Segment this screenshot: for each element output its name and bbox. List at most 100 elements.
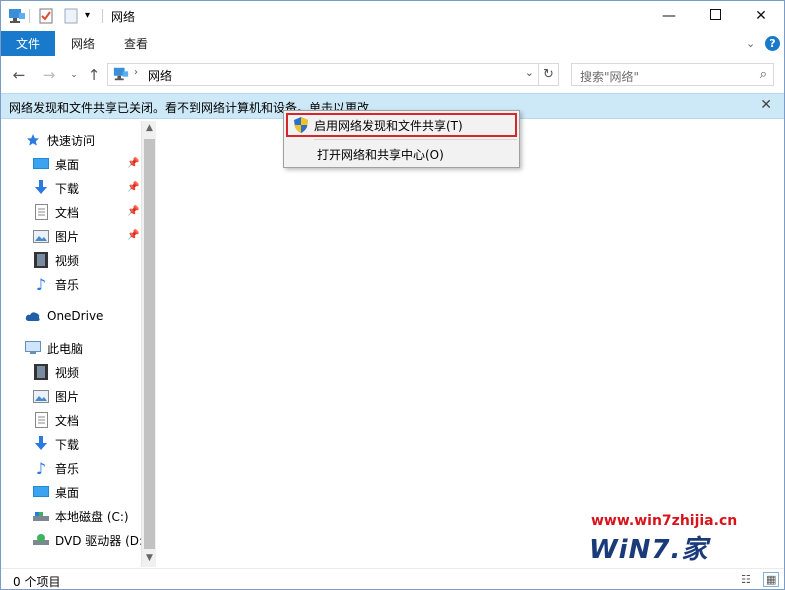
status-bar: 0 个项目 ☷ ▦: [1, 568, 784, 589]
ribbon-tabs: 文件 网络 查看 ⌄ ?: [1, 31, 784, 56]
nav-label: 视频: [55, 253, 80, 268]
nav-label: 音乐: [55, 277, 80, 292]
dvd-icon: [33, 532, 49, 548]
search-box[interactable]: 搜索"网络" ⌕: [571, 63, 774, 86]
cloud-icon: [25, 308, 41, 324]
back-button[interactable]: ←: [9, 65, 29, 85]
nav-label: OneDrive: [47, 309, 104, 323]
picture-icon: [33, 388, 49, 404]
music-icon: ♪: [35, 458, 47, 478]
tab-network[interactable]: 网络: [71, 31, 95, 56]
menu-item-enable-discovery[interactable]: 启用网络发现和文件共享(T): [286, 113, 517, 137]
forward-button[interactable]: →: [39, 65, 59, 85]
pin-icon[interactable]: 📌: [127, 230, 139, 241]
nav-label: 本地磁盘 (C:): [55, 509, 129, 524]
close-button[interactable]: ✕: [738, 1, 784, 31]
menu-item-open-sharing-center[interactable]: 打开网络和共享中心(O): [286, 142, 517, 166]
navigation-bar: ← → ⌄ ↑ › 网络 ⌄ ↻ 搜索"网络" ⌕: [1, 59, 784, 91]
separator: [29, 9, 30, 23]
minimize-button[interactable]: —: [646, 1, 692, 31]
network-icon: [112, 66, 130, 85]
nav-item-videos[interactable]: 视频: [33, 249, 156, 271]
nav-label: 此电脑: [47, 341, 84, 356]
menu-item-label: 打开网络和共享中心(O): [317, 147, 444, 162]
download-icon: [33, 436, 49, 452]
nav-item-dvd-drive[interactable]: DVD 驱动器 (D:: [33, 529, 156, 551]
tab-file[interactable]: 文件: [1, 31, 55, 56]
minimize-icon: —: [662, 8, 676, 24]
up-arrow-icon: ↑: [87, 66, 101, 84]
new-folder-icon[interactable]: [63, 7, 79, 25]
scroll-down-icon[interactable]: ▼: [144, 553, 155, 567]
window-title: 网络: [111, 10, 136, 24]
properties-icon[interactable]: [37, 7, 55, 25]
pin-icon[interactable]: 📌: [127, 206, 139, 217]
scroll-up-icon[interactable]: ▲: [144, 123, 155, 137]
computer-icon: [25, 340, 41, 356]
title-bar: ▾ 网络 — ✕: [1, 1, 784, 31]
music-icon: ♪: [35, 274, 47, 294]
nav-item-music[interactable]: ♪ 音乐: [33, 457, 156, 479]
nav-onedrive[interactable]: OneDrive: [25, 305, 156, 327]
drive-icon: [33, 508, 49, 524]
menu-separator: [314, 139, 517, 140]
refresh-icon: ↻: [543, 67, 554, 82]
shield-icon: [288, 117, 314, 133]
address-bar[interactable]: › 网络 ⌄: [107, 63, 539, 86]
pin-icon[interactable]: 📌: [127, 158, 139, 169]
expand-ribbon-icon[interactable]: ⌄: [746, 37, 755, 50]
customize-toolbar-icon[interactable]: ▾: [85, 10, 90, 28]
nav-item-local-disk[interactable]: 本地磁盘 (C:): [33, 505, 156, 527]
nav-pane-scrollbar[interactable]: ▲ ▼: [141, 121, 156, 567]
nav-label: 桌面: [55, 157, 80, 172]
document-icon: [33, 412, 49, 428]
recent-locations-button[interactable]: ⌄: [64, 65, 84, 85]
close-icon: ✕: [755, 8, 767, 24]
content-area[interactable]: [157, 121, 784, 567]
details-view-icon[interactable]: ☷: [741, 573, 751, 586]
breadcrumb-chevron-icon[interactable]: ›: [134, 67, 138, 78]
chevron-down-icon: ⌄: [70, 70, 78, 80]
document-icon: [33, 204, 49, 220]
watermark-logo-text: WiN7.: [589, 535, 682, 565]
nav-label: 桌面: [55, 485, 80, 500]
video-icon: [33, 252, 49, 268]
explorer-window: ▾ 网络 — ✕ 文件 网络 查看 ⌄ ? ← → ⌄ ↑ › 网络 ⌄ ↻ 搜…: [0, 0, 785, 590]
nav-label: 图片: [55, 229, 80, 244]
desktop-icon: [33, 484, 49, 500]
nav-item-music[interactable]: ♪ 音乐: [33, 273, 156, 295]
nav-item-downloads[interactable]: 下载: [33, 433, 156, 455]
up-button[interactable]: ↑: [84, 65, 104, 85]
maximize-icon: [709, 8, 721, 24]
nav-item-documents[interactable]: 文档: [33, 409, 156, 431]
video-icon: [33, 364, 49, 380]
nav-quick-access[interactable]: 快速访问: [25, 129, 156, 151]
help-icon[interactable]: ?: [765, 36, 780, 51]
nav-item-desktop[interactable]: 桌面: [33, 481, 156, 503]
scroll-thumb[interactable]: [144, 139, 155, 549]
nav-label: 下载: [55, 437, 80, 452]
nav-label: 图片: [55, 389, 80, 404]
nav-this-pc[interactable]: 此电脑: [25, 337, 156, 359]
navigation-pane: 快速访问 桌面 📌 下载 📌 文档 📌 图片 📌 视频 ♪ 音乐 OneDriv…: [1, 121, 156, 567]
star-icon: [25, 132, 41, 148]
refresh-button[interactable]: ↻: [539, 63, 559, 86]
network-icon[interactable]: [7, 7, 27, 25]
watermark-logo-ji: 家: [681, 535, 709, 565]
search-icon: ⌕: [759, 67, 767, 82]
picture-icon: [33, 228, 49, 244]
nav-item-videos[interactable]: 视频: [33, 361, 156, 383]
menu-item-label: 启用网络发现和文件共享(T): [314, 118, 463, 133]
maximize-button[interactable]: [692, 1, 738, 31]
large-icons-view-icon[interactable]: ▦: [763, 572, 780, 587]
tab-view[interactable]: 查看: [124, 31, 148, 56]
nav-item-pictures[interactable]: 图片: [33, 385, 156, 407]
address-dropdown-icon[interactable]: ⌄: [525, 66, 534, 79]
address-text: 网络: [148, 69, 173, 83]
nav-label: 下载: [55, 181, 80, 196]
nav-label: 快速访问: [47, 133, 96, 148]
nav-label: DVD 驱动器 (D:: [55, 533, 144, 548]
search-placeholder: 搜索"网络": [580, 70, 640, 84]
pin-icon[interactable]: 📌: [127, 182, 139, 193]
close-icon[interactable]: ✕: [760, 97, 772, 113]
